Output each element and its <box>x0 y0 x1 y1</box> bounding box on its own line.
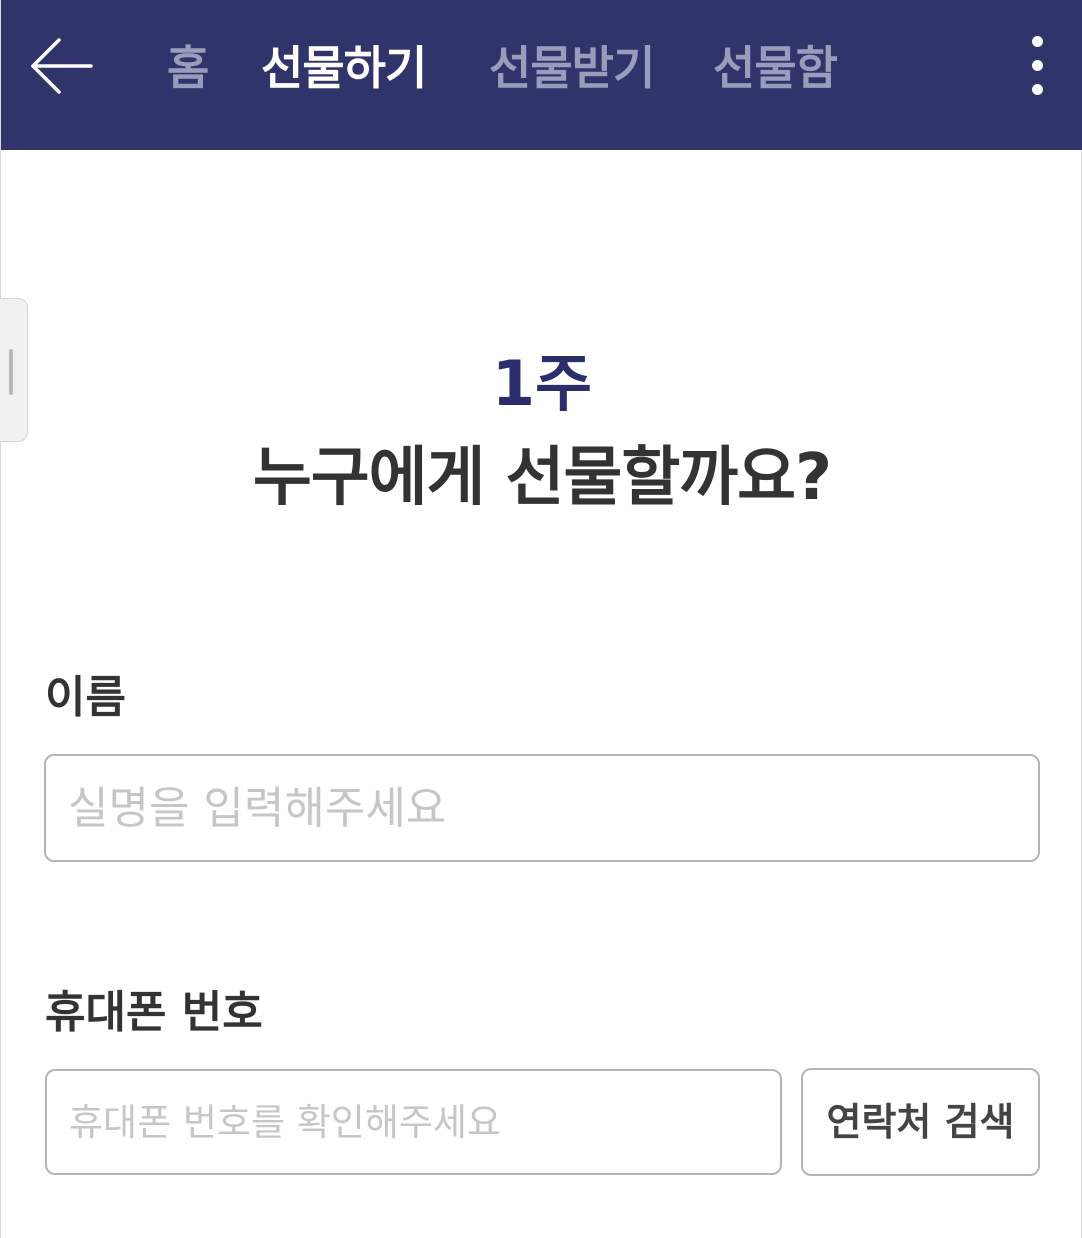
top-navigation-bar: 홈 선물하기 선물받기 선물함 <box>1 0 1082 150</box>
tab-send-gift[interactable]: 선물하기 <box>261 38 427 98</box>
page-title: 누구에게 선물할까요? <box>252 441 832 515</box>
name-label: 이름 <box>45 672 126 723</box>
arrow-left-icon <box>31 38 93 94</box>
phone-label: 휴대폰 번호 <box>45 987 263 1038</box>
tab-receive-gift[interactable]: 선물받기 <box>489 38 655 98</box>
tab-gift-box[interactable]: 선물함 <box>713 38 838 98</box>
name-input[interactable] <box>44 754 1040 862</box>
contact-search-button[interactable]: 연락처 검색 <box>801 1068 1040 1176</box>
gift-period: 1주 <box>491 347 593 420</box>
tab-home[interactable]: 홈 <box>167 38 209 98</box>
more-menu-button[interactable] <box>1021 30 1055 102</box>
phone-input[interactable] <box>45 1069 782 1175</box>
gift-page: 홈 선물하기 선물받기 선물함 1주 누구에게 선물할까요? 이름 휴대폰 번호… <box>0 0 1082 1238</box>
back-button[interactable] <box>29 34 93 98</box>
